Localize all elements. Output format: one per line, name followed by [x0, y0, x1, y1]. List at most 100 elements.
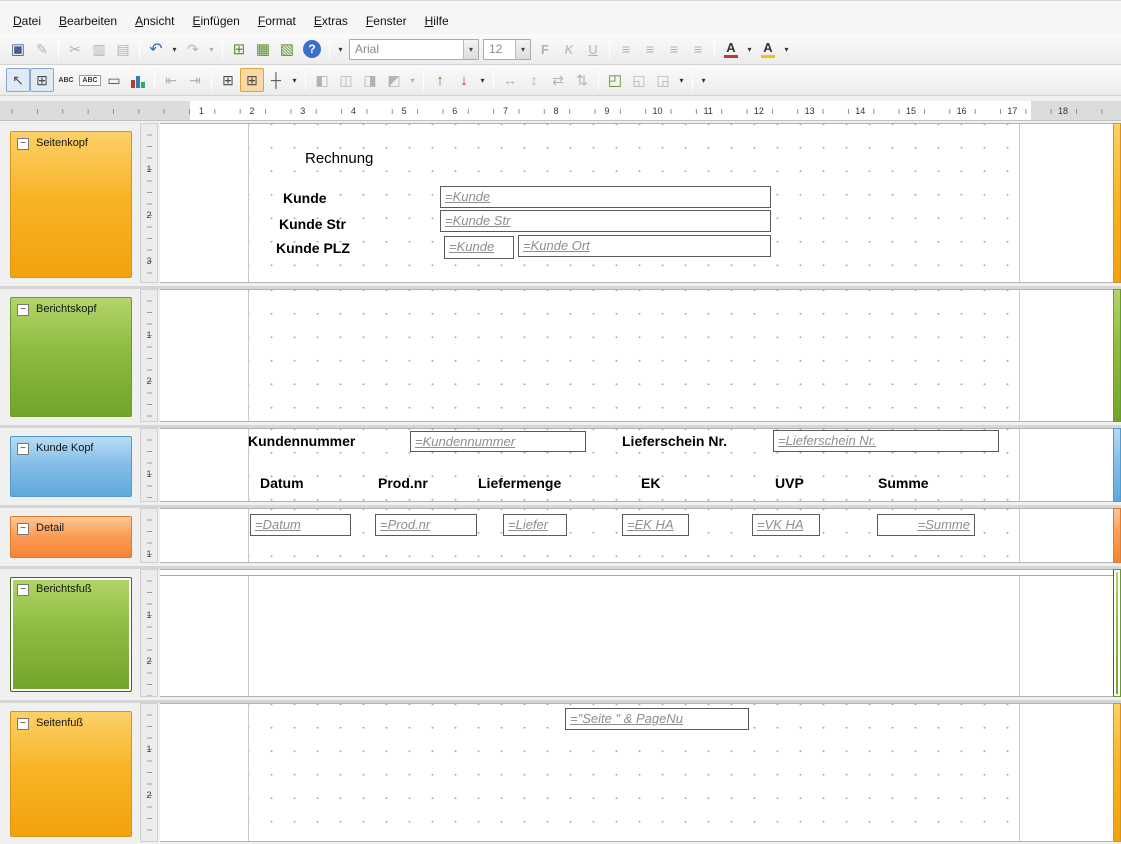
- liefermenge-field[interactable]: =Liefer: [503, 514, 567, 536]
- toolbar-report-overflow[interactable]: ▾: [697, 68, 710, 92]
- font-name-combobox[interactable]: Arial: [349, 39, 479, 60]
- section-header-detail[interactable]: Detail: [10, 516, 132, 558]
- menu-ansicht[interactable]: Ansicht: [126, 10, 183, 32]
- guides-button[interactable]: ┼: [264, 68, 288, 92]
- lieferschein-field[interactable]: =Lieferschein Nr.: [773, 430, 999, 452]
- distribute-horizontal-button[interactable]: ↔: [498, 68, 522, 92]
- help-button[interactable]: ?: [303, 40, 321, 58]
- menu-format[interactable]: Format: [249, 10, 305, 32]
- fit-greatest-width-button[interactable]: ◲: [651, 68, 675, 92]
- chevron-down-icon[interactable]: [515, 40, 530, 59]
- kunde-str-label[interactable]: Kunde Str: [279, 216, 346, 232]
- distribute-vertical-button[interactable]: ↕: [522, 68, 546, 92]
- column-header-ek[interactable]: EK: [641, 475, 660, 491]
- same-height-button[interactable]: ⇅: [570, 68, 594, 92]
- resize-dropdown[interactable]: ▾: [675, 68, 688, 92]
- object-align-left-button[interactable]: ◧: [310, 68, 334, 92]
- column-header-uvp[interactable]: UVP: [775, 475, 804, 491]
- bring-to-front-button[interactable]: ↑: [428, 68, 452, 92]
- kunde-label[interactable]: Kunde: [283, 190, 327, 206]
- snap-grid-button[interactable]: ⊞: [240, 68, 264, 92]
- section-header-seitenfuss[interactable]: Seitenfuß: [10, 711, 132, 837]
- highlighting-dropdown[interactable]: ▾: [780, 37, 793, 61]
- page-number-field[interactable]: ="Seite " & PageNu: [565, 708, 749, 730]
- font-color-button[interactable]: A: [719, 37, 743, 61]
- canvas-seitenfuss[interactable]: ="Seite " & PageNu: [160, 703, 1113, 842]
- underline-button[interactable]: U: [581, 37, 605, 61]
- ek-field[interactable]: =EK HA: [622, 514, 689, 536]
- chevron-down-icon[interactable]: [463, 40, 478, 59]
- select-tool-button[interactable]: ↖: [6, 68, 30, 92]
- kunde-field[interactable]: =Kunde: [440, 186, 771, 208]
- kunde-str-field[interactable]: =Kunde Str: [440, 210, 771, 232]
- canvas-kundekopf[interactable]: Kundennummer =Kundennummer Lieferschein …: [160, 428, 1113, 502]
- menu-bearbeiten[interactable]: Bearbeiten: [50, 10, 126, 32]
- grid-dropdown[interactable]: ▾: [288, 68, 301, 92]
- copy-button[interactable]: ▥: [87, 37, 111, 61]
- font-size-combobox[interactable]: 12: [483, 39, 531, 60]
- align-section-right-button[interactable]: ⇥: [183, 68, 207, 92]
- conditional-formatting-button[interactable]: ▧: [275, 37, 299, 61]
- chart-tool-button[interactable]: [126, 68, 150, 92]
- menu-datei[interactable]: Datei: [4, 10, 50, 32]
- menu-einfuegen[interactable]: Einfügen: [183, 10, 248, 32]
- summe-field[interactable]: =Summe: [877, 514, 975, 536]
- add-field-button[interactable]: ▦: [251, 37, 275, 61]
- grid-toggle-button[interactable]: ⊞: [216, 68, 240, 92]
- object-align-center-button[interactable]: ◫: [334, 68, 358, 92]
- highlighting-button[interactable]: A: [756, 37, 780, 61]
- formatted-field-button[interactable]: ▭: [102, 68, 126, 92]
- kunde-plz-label[interactable]: Kunde PLZ: [276, 240, 350, 256]
- select-report-button[interactable]: ⊞: [30, 68, 54, 92]
- kunde-ort-field[interactable]: =Kunde Ort: [518, 235, 771, 257]
- align-center-button[interactable]: ≡: [638, 37, 662, 61]
- align-section-left-button[interactable]: ⇤: [159, 68, 183, 92]
- vk-field[interactable]: =VK HA: [752, 514, 820, 536]
- bold-button[interactable]: F: [533, 37, 557, 61]
- collapse-icon[interactable]: [17, 523, 29, 535]
- canvas-berichtskopf[interactable]: [160, 289, 1113, 422]
- kundennummer-label[interactable]: Kundennummer: [248, 433, 355, 449]
- align-left-button[interactable]: ≡: [614, 37, 638, 61]
- align-right-button[interactable]: ≡: [662, 37, 686, 61]
- arrange-dropdown[interactable]: ▾: [476, 68, 489, 92]
- save-button[interactable]: ▣: [6, 37, 30, 61]
- sorting-grouping-button[interactable]: ⊞: [227, 37, 251, 61]
- edit-document-button[interactable]: ✎: [30, 37, 54, 61]
- datum-field[interactable]: =Datum: [250, 514, 351, 536]
- cut-button[interactable]: ✂: [63, 37, 87, 61]
- section-header-berichtskopf[interactable]: Berichtskopf: [10, 297, 132, 417]
- collapse-icon[interactable]: [17, 718, 29, 730]
- menu-extras[interactable]: Extras: [305, 10, 357, 32]
- canvas-berichtsfuss[interactable]: [160, 569, 1113, 697]
- label-tool-button[interactable]: ABC: [54, 68, 78, 92]
- prodnr-field[interactable]: =Prod.nr: [375, 514, 477, 536]
- object-align-right-button[interactable]: ◨: [358, 68, 382, 92]
- menu-fenster[interactable]: Fenster: [357, 10, 416, 32]
- kunde-plz-field[interactable]: =Kunde: [444, 236, 514, 259]
- canvas-detail[interactable]: =Datum =Prod.nr =Liefer =EK HA =VK HA =S…: [160, 508, 1113, 563]
- paste-button[interactable]: ▤: [111, 37, 135, 61]
- textbox-tool-button[interactable]: ABC: [78, 68, 102, 92]
- undo-dropdown[interactable]: ▾: [168, 37, 181, 61]
- fit-smallest-height-button[interactable]: ◱: [627, 68, 651, 92]
- collapse-icon[interactable]: [17, 138, 29, 150]
- section-header-seitenkopf[interactable]: Seitenkopf: [10, 131, 132, 278]
- fit-smallest-width-button[interactable]: ◰: [603, 68, 627, 92]
- rechnung-label[interactable]: Rechnung: [305, 150, 373, 167]
- align-justify-button[interactable]: ≡: [686, 37, 710, 61]
- section-header-berichtsfuss[interactable]: Berichtsfuß: [10, 577, 132, 692]
- undo-button[interactable]: ↶: [144, 37, 168, 61]
- italic-button[interactable]: K: [557, 37, 581, 61]
- lieferschein-label[interactable]: Lieferschein Nr.: [622, 433, 727, 449]
- menu-hilfe[interactable]: Hilfe: [416, 10, 458, 32]
- redo-button[interactable]: ↷: [181, 37, 205, 61]
- object-align-top-button[interactable]: ◩: [382, 68, 406, 92]
- collapse-icon[interactable]: [17, 584, 29, 596]
- toolbar-options-dropdown[interactable]: ▾: [334, 37, 347, 61]
- column-header-datum[interactable]: Datum: [260, 475, 304, 491]
- font-color-dropdown[interactable]: ▾: [743, 37, 756, 61]
- same-width-button[interactable]: ⇄: [546, 68, 570, 92]
- canvas-seitenkopf[interactable]: Rechnung Kunde =Kunde Kunde Str =Kunde S…: [160, 123, 1113, 283]
- collapse-icon[interactable]: [17, 304, 29, 316]
